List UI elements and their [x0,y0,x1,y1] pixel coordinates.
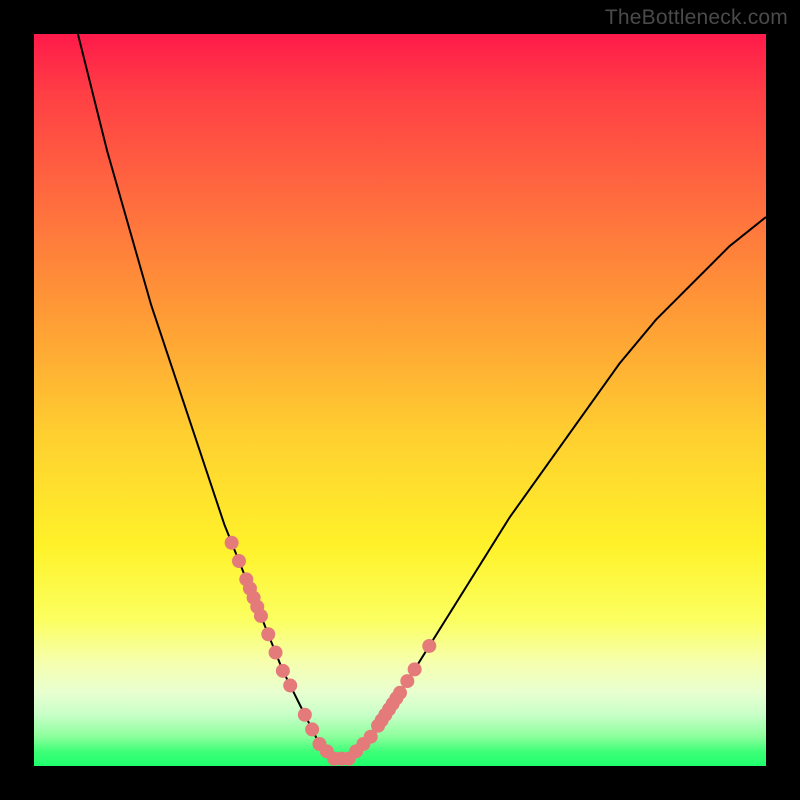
bottleneck-curve [78,34,766,759]
bead-point [254,609,268,623]
watermark-text: TheBottleneck.com [605,6,788,30]
bead-point [298,708,312,722]
curve-svg [34,34,766,766]
highlight-beads [225,536,437,766]
bead-point [422,639,436,653]
bead-point [276,664,290,678]
bead-point [408,662,422,676]
bead-point [269,646,283,660]
bead-point [393,686,407,700]
chart-frame: TheBottleneck.com [0,0,800,800]
bead-point [232,554,246,568]
bead-point [225,536,239,550]
plot-area [34,34,766,766]
bead-point [283,678,297,692]
bead-point [261,627,275,641]
bead-point [305,722,319,736]
bead-point [400,674,414,688]
